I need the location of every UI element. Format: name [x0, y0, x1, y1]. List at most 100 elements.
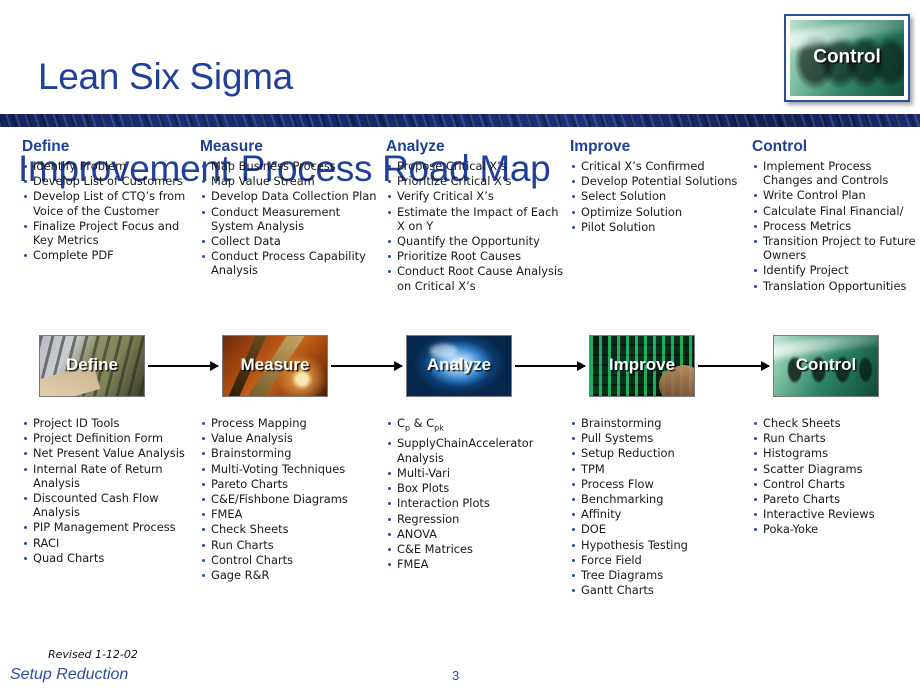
list-item: Multi-Voting Techniques [200, 462, 382, 476]
list-item: Multi-Vari [386, 466, 568, 480]
list-item: Finalize Project Focus and Key Metrics [22, 219, 200, 247]
list-item: Box Plots [386, 481, 568, 495]
column-control-tools: Check Sheets Run Charts Histograms Scatt… [752, 416, 920, 538]
list-item: Setup Reduction [570, 446, 748, 460]
list-item: Optimize Solution [570, 205, 748, 219]
list-item: Process Flow [570, 477, 748, 491]
list-item: C&E Matrices [386, 542, 568, 556]
list-item: Develop List of Customers [22, 174, 200, 188]
list-item: Develop Data Collection Plan [200, 189, 382, 203]
list-item: Map Value Stream [200, 174, 382, 188]
revision-date: Revised 1-12-02 [48, 648, 138, 661]
column-measure-tools: Process Mapping Value Analysis Brainstor… [200, 416, 382, 583]
list-item: SupplyChainAccelerator Analysis [386, 436, 568, 465]
list-item: Pareto Charts [752, 492, 920, 506]
list-item: Gage R&R [200, 568, 382, 582]
stage-box-define[interactable]: Define [39, 335, 145, 397]
measure-tools-list: Process Mapping Value Analysis Brainstor… [200, 416, 382, 582]
list-item: Value Analysis [200, 431, 382, 445]
stage-label-analyze: Analyze [426, 355, 492, 375]
list-item: Interactive Reviews [752, 507, 920, 521]
list-item: Discounted Cash Flow Analysis [22, 491, 200, 519]
list-item: Critical X’s Confirmed [570, 159, 748, 173]
column-heading-control: Control [752, 138, 808, 155]
list-item: Prioritize Root Causes [386, 249, 568, 263]
list-item: Quad Charts [22, 551, 200, 565]
analyze-tools-list: Cp & Cpk SupplyChainAccelerator Analysis… [386, 416, 568, 571]
control-phase-list: Implement Process Changes and Controls W… [752, 159, 920, 293]
list-item: Identify Project [752, 263, 920, 277]
column-improve-top: Improve Critical X’s Confirmed Develop P… [570, 138, 748, 235]
list-item: Prioritize Critical X’s [386, 174, 568, 188]
column-heading-define: Define [22, 138, 70, 155]
process-flow-band: Define Measure Analyze Improve Control [0, 330, 920, 402]
list-item: Interaction Plots [386, 496, 568, 510]
stage-label-define: Define [66, 355, 118, 375]
list-item: Internal Rate of Return Analysis [22, 462, 200, 490]
list-item: Complete PDF [22, 248, 200, 262]
flow-arrow-analyze-to-improve [515, 361, 586, 371]
list-item: Write Control Plan [752, 188, 920, 202]
list-item: Regression [386, 512, 568, 526]
stage-box-analyze[interactable]: Analyze [406, 335, 512, 397]
list-item: Control Charts [752, 477, 920, 491]
flow-arrow-measure-to-analyze [331, 361, 403, 371]
list-item: Check Sheets [200, 522, 382, 536]
list-item: Map Business Process [200, 159, 382, 173]
list-item: Control Charts [200, 553, 382, 567]
list-item: Net Present Value Analysis [22, 446, 200, 460]
column-define-top: Define Identify Problem Develop List of … [22, 138, 200, 263]
list-item: Select Solution [570, 189, 748, 203]
footer-title: Setup Reduction [10, 666, 129, 683]
stage-label-control: Control [795, 355, 857, 375]
list-item: Pilot Solution [570, 220, 748, 234]
column-measure-top: Measure Map Business Process Map Value S… [200, 138, 382, 279]
list-item: Transition Project to Future Owners [752, 234, 920, 262]
column-analyze-tools: Cp & Cpk SupplyChainAccelerator Analysis… [386, 416, 568, 572]
list-item: Affinity [570, 507, 748, 521]
list-item: FMEA [200, 507, 382, 521]
header-control-image: Control [784, 14, 910, 102]
list-item: Conduct Process Capability Analysis [200, 249, 382, 277]
improve-phase-list: Critical X’s Confirmed Develop Potential… [570, 159, 748, 234]
list-item: Check Sheets [752, 416, 920, 430]
analyze-phase-list: Propose Critical X’s Prioritize Critical… [386, 159, 568, 293]
list-item: Verify Critical X’s [386, 189, 568, 203]
control-tools-list: Check Sheets Run Charts Histograms Scatt… [752, 416, 920, 537]
list-item: Collect Data [200, 234, 382, 248]
list-item: Calculate Final Financial/ [752, 204, 920, 218]
list-item: FMEA [386, 557, 568, 571]
gauges-photo: Control [790, 20, 904, 96]
measure-phase-list: Map Business Process Map Value Stream De… [200, 159, 382, 278]
list-item: Force Field [570, 553, 748, 567]
define-phase-list: Identify Problem Develop List of Custome… [22, 159, 200, 262]
improve-tools-list: Brainstorming Pull Systems Setup Reducti… [570, 416, 748, 597]
stage-box-control[interactable]: Control [773, 335, 879, 397]
list-item: PIP Management Process [22, 520, 200, 534]
define-tools-list: Project ID Tools Project Definition Form… [22, 416, 200, 565]
list-item: Develop Potential Solutions [570, 174, 748, 188]
list-item: Translation Opportunities [752, 279, 920, 293]
column-define-tools: Project ID Tools Project Definition Form… [22, 416, 200, 566]
list-item: Scatter Diagrams [752, 462, 920, 476]
column-heading-improve: Improve [570, 138, 631, 155]
list-item: Pareto Charts [200, 477, 382, 491]
list-item: Run Charts [752, 431, 920, 445]
list-item: Poka-Yoke [752, 522, 920, 536]
stage-box-improve[interactable]: Improve [589, 335, 695, 397]
list-item: RACI [22, 536, 200, 550]
list-item: Histograms [752, 446, 920, 460]
list-item: ANOVA [386, 527, 568, 541]
stage-label-measure: Measure [240, 355, 310, 375]
column-improve-tools: Brainstorming Pull Systems Setup Reducti… [570, 416, 748, 598]
list-item: Process Mapping [200, 416, 382, 430]
list-item: Implement Process Changes and Controls [752, 159, 920, 187]
list-item: Hypothesis Testing [570, 538, 748, 552]
column-heading-analyze: Analyze [386, 138, 445, 155]
column-control-top: Control Implement Process Changes and Co… [752, 138, 920, 294]
list-item: Pull Systems [570, 431, 748, 445]
flow-arrow-define-to-measure [148, 361, 219, 371]
stage-box-measure[interactable]: Measure [222, 335, 328, 397]
list-item: Quantify the Opportunity [386, 234, 568, 248]
list-item: Conduct Root Cause Analysis on Critical … [386, 264, 568, 293]
